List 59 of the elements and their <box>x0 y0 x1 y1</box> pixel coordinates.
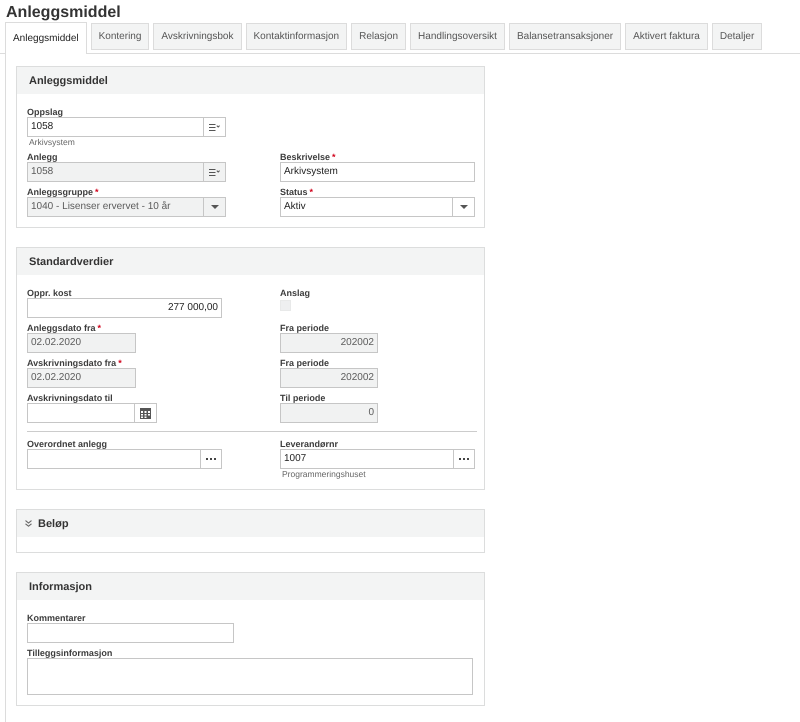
tab[interactable]: Handlingsoversikt <box>410 23 505 50</box>
tab[interactable]: Anleggsmiddel <box>5 22 87 54</box>
required-mark: * <box>310 187 314 197</box>
field-hint: Programmeringshuset <box>281 469 366 479</box>
tab[interactable]: Relasjon <box>351 23 406 50</box>
lookup-button[interactable] <box>203 117 226 137</box>
field-label: Anleggsgruppe <box>27 187 94 197</box>
input-field[interactable]: 1007 <box>280 449 453 469</box>
field-label: Oppslag <box>27 107 64 117</box>
input-field[interactable]: Arkivsystem <box>280 162 475 182</box>
field-label: Leverandørnr <box>280 439 338 449</box>
dropdown-button[interactable] <box>203 197 226 217</box>
field-label: Fra periode <box>280 323 330 333</box>
section-title: Informasjon <box>29 580 92 592</box>
dropdown-field[interactable]: Aktiv <box>280 197 452 217</box>
tab[interactable]: Aktivert faktura <box>625 23 708 50</box>
field-label: Anleggsdato fra <box>27 323 96 333</box>
required-mark: * <box>95 187 99 197</box>
tab[interactable]: Kontering <box>90 23 150 50</box>
field-label: Kommentarer <box>27 613 86 623</box>
caret-down-icon <box>460 205 468 209</box>
page-title: Anleggsmiddel <box>6 4 121 21</box>
field-hint: Arkivsystem <box>28 137 75 147</box>
list-icon <box>209 168 220 176</box>
field-label: Avskrivningsdato til <box>27 393 113 403</box>
field-label: Fra periode <box>280 358 330 368</box>
required-mark: * <box>118 358 122 368</box>
field-label: Avskrivningsdato fra <box>27 358 116 368</box>
field-label: Til periode <box>280 393 326 403</box>
caret-down-icon <box>210 205 218 209</box>
tab[interactable]: Balansetransaksjoner <box>508 23 622 50</box>
browse-button[interactable] <box>453 449 475 469</box>
field-label: Anlegg <box>27 152 58 162</box>
input-field[interactable] <box>27 623 234 643</box>
number-field[interactable]: 277 000,00 <box>27 298 222 318</box>
list-icon <box>209 124 220 130</box>
field-label: Beskrivelse <box>280 152 330 162</box>
double-chevron-down-icon[interactable] <box>25 520 32 527</box>
date-field[interactable] <box>27 403 134 423</box>
tab[interactable]: Avskrivningsbok <box>153 23 242 50</box>
input-field[interactable] <box>27 449 200 469</box>
field-label: Anslag <box>280 288 310 298</box>
tab[interactable]: Kontaktinformasjon <box>246 23 348 50</box>
lookup-button[interactable] <box>203 162 226 182</box>
input-field[interactable]: 1058 <box>27 117 203 137</box>
calendar-icon <box>140 408 151 418</box>
section-title: Standardverdier <box>29 256 114 268</box>
dropdown-button[interactable] <box>452 197 475 217</box>
field-label: Overordnet anlegg <box>27 439 108 449</box>
field-label: Tilleggsinformasjon <box>27 648 112 658</box>
required-mark: * <box>98 323 102 333</box>
required-mark: * <box>332 152 336 162</box>
browse-button[interactable] <box>200 449 222 469</box>
calendar-button[interactable] <box>134 403 157 423</box>
section-title: Beløp <box>38 518 69 530</box>
section-title: Anleggsmiddel <box>29 74 108 86</box>
field-label: Oppr. kost <box>27 288 72 298</box>
field-label: Status <box>280 187 308 197</box>
tab[interactable]: Detaljer <box>712 23 762 50</box>
